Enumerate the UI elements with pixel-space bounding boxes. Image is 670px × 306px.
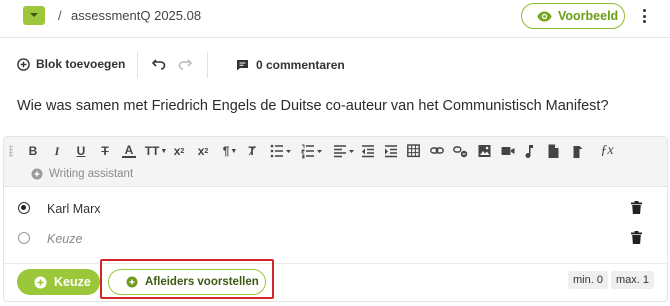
eye-icon [537,11,552,21]
top-bar: / assessmentQ 2025.08 Voorbeeld [0,0,670,38]
writing-assistant-label: Writing assistant [49,168,134,180]
plus-circle-icon [17,57,30,71]
drag-handle-icon[interactable] [9,145,13,157]
radio-selected[interactable] [18,202,30,214]
underline-icon[interactable]: U [74,143,88,159]
image-icon[interactable] [478,143,491,159]
trash-icon[interactable] [631,201,642,214]
numbered-list-icon[interactable] [301,143,323,159]
comments-label: 0 commentaren [256,58,345,72]
subscript-icon[interactable]: x2 [172,143,186,159]
more-options-icon[interactable] [642,9,646,23]
sparkle-icon [31,168,43,180]
trash-icon[interactable] [631,231,642,244]
code-icon[interactable] [573,143,583,159]
link-icon[interactable] [430,143,444,159]
choice-row: Karl Marx [4,194,667,224]
text-size-icon[interactable]: TT ▼ [145,143,168,159]
comment-icon [237,60,248,71]
breadcrumb-separator: / [58,8,62,23]
min-badge: min. 0 [568,271,608,289]
divider [207,52,208,78]
plus-circle-icon [34,276,47,288]
file-icon[interactable] [548,143,559,159]
italic-icon[interactable]: I [50,143,64,159]
divider [137,52,138,78]
paragraph-icon[interactable]: ¶ ▼ [220,143,240,159]
strikethrough-icon[interactable]: T [98,143,112,159]
clear-format-icon[interactable]: Ⱦ [245,143,259,159]
align-icon[interactable] [333,143,355,159]
add-block-button[interactable]: Blok toevoegen [17,57,125,71]
redo-icon[interactable] [178,58,192,70]
table-icon[interactable] [407,143,420,159]
question-text[interactable]: Wie was samen met Friedrich Engels de Du… [17,98,609,114]
choice-row: Keuze [4,224,667,254]
formatting-toolbar: B I U T A TT ▼ x2 x2 ¶ ▼ Ⱦ ƒx Writing as… [4,137,667,187]
chevron-down-icon [30,13,38,17]
font-color-icon[interactable]: A [122,143,136,158]
add-block-label: Blok toevoegen [36,57,126,71]
audio-icon[interactable] [525,143,535,159]
answer-editor-card: B I U T A TT ▼ x2 x2 ¶ ▼ Ⱦ ƒx Writing as… [3,136,668,302]
undo-icon[interactable] [152,58,166,70]
comments-button[interactable]: 0 commentaren [236,58,345,72]
preview-button-label: Voorbeeld [558,9,619,23]
bulleted-list-icon[interactable] [270,143,292,159]
breadcrumb[interactable]: assessmentQ 2025.08 [71,8,201,23]
video-icon[interactable] [501,143,515,159]
unlink-icon[interactable] [453,143,468,159]
choice-text[interactable]: Karl Marx [47,202,100,216]
superscript-icon[interactable]: x2 [196,143,210,159]
highlight-box [100,259,274,299]
max-badge: max. 1 [611,271,655,289]
indent-icon[interactable] [384,143,398,159]
preview-button[interactable]: Voorbeeld [521,3,625,29]
radio-unselected[interactable] [18,232,30,244]
bold-icon[interactable]: B [26,143,40,159]
add-choice-button[interactable]: Keuze [17,269,100,295]
formula-icon[interactable]: ƒx [599,143,615,159]
action-row: Blok toevoegen 0 commentaren [0,50,670,80]
writing-assistant-button[interactable]: Writing assistant [31,168,133,180]
choice-footer: Keuze Afleiders voorstellen min. 0 max. … [4,259,667,302]
choice-placeholder[interactable]: Keuze [47,232,82,246]
folder-dropdown-button[interactable] [23,6,45,25]
outdent-icon[interactable] [361,143,375,159]
add-choice-label: Keuze [54,275,91,289]
